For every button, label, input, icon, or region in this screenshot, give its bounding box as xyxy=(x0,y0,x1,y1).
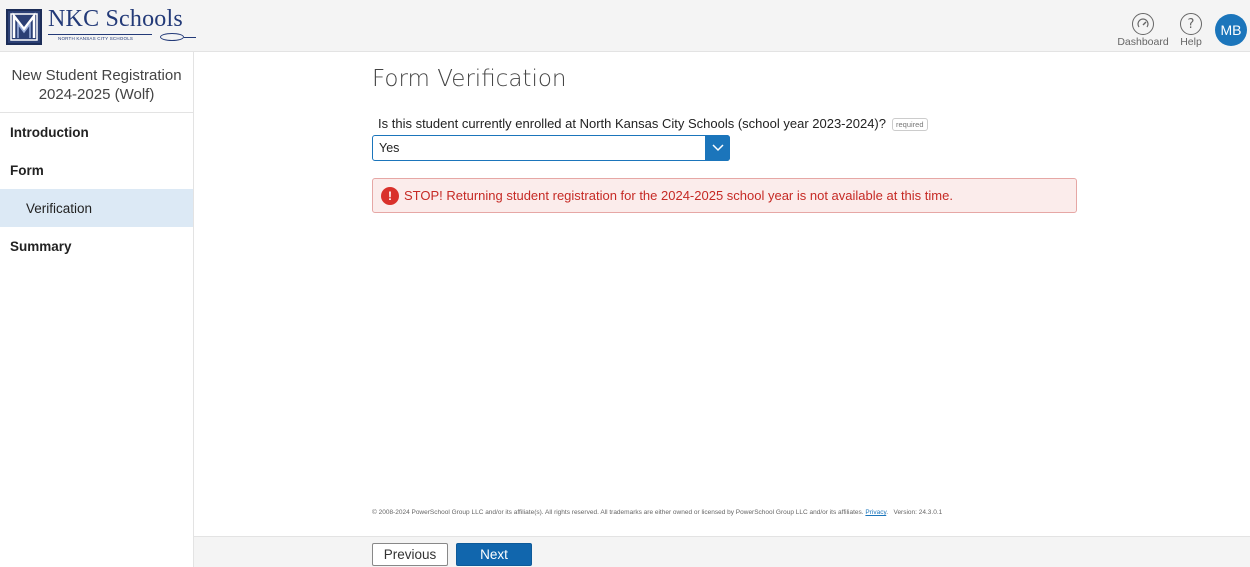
district-logo[interactable]: NKC Schools NORTH KANSAS CITY SCHOOLS xyxy=(6,6,196,45)
select-value: Yes xyxy=(379,141,400,155)
logo-tail xyxy=(184,37,196,38)
question-text: Is this student currently enrolled at No… xyxy=(378,116,886,131)
next-button[interactable]: Next xyxy=(456,543,532,566)
logo-rule xyxy=(48,34,152,35)
logo-name: NKC Schools xyxy=(48,6,183,32)
footer-copyright: © 2008-2024 PowerSchool Group LLC and/or… xyxy=(372,509,943,516)
logo-emblem-icon xyxy=(6,9,42,45)
sidebar-item-summary[interactable]: Summary xyxy=(0,227,193,265)
page-title: Form Verification xyxy=(372,66,567,92)
sidebar-item-introduction[interactable]: Introduction xyxy=(0,113,193,151)
question-circle-icon: ? xyxy=(1180,13,1202,35)
exclamation-circle-icon: ! xyxy=(381,187,399,205)
sidebar-title: New Student Registration 2024-2025 (Wolf… xyxy=(0,52,193,113)
version-text: Version: 24.3.0.1 xyxy=(893,509,943,516)
bottom-nav-bar xyxy=(194,536,1250,567)
enrollment-select[interactable]: Yes xyxy=(372,135,730,161)
top-header: NKC Schools NORTH KANSAS CITY SCHOOLS Da… xyxy=(0,0,1250,52)
error-alert: ! STOP! Returning student registration f… xyxy=(372,178,1077,213)
user-avatar[interactable]: MB xyxy=(1215,14,1247,46)
privacy-link[interactable]: Privacy xyxy=(865,509,886,516)
dashboard-button[interactable]: Dashboard xyxy=(1117,13,1169,48)
copyright-text: © 2008-2024 PowerSchool Group LLC and/or… xyxy=(372,509,864,516)
question-label: Is this student currently enrolled at No… xyxy=(378,116,928,132)
sidebar-item-verification[interactable]: Verification xyxy=(0,189,193,227)
alert-text: STOP! Returning student registration for… xyxy=(404,188,953,203)
help-label: Help xyxy=(1180,36,1202,48)
logo-oval-icon xyxy=(160,33,184,41)
logo-subtitle: NORTH KANSAS CITY SCHOOLS xyxy=(58,36,134,41)
help-button[interactable]: ? Help xyxy=(1178,13,1204,48)
chevron-down-icon[interactable] xyxy=(705,135,730,161)
previous-button[interactable]: Previous xyxy=(372,543,448,566)
sidebar-title-line2: 2024-2025 (Wolf) xyxy=(38,86,155,103)
sidebar-title-line1: New Student Registration xyxy=(11,67,182,84)
required-badge: required xyxy=(891,118,928,132)
dashboard-label: Dashboard xyxy=(1117,36,1169,48)
speedometer-icon xyxy=(1132,13,1154,35)
sidebar: New Student Registration 2024-2025 (Wolf… xyxy=(0,52,194,567)
sidebar-item-form[interactable]: Form xyxy=(0,151,193,189)
